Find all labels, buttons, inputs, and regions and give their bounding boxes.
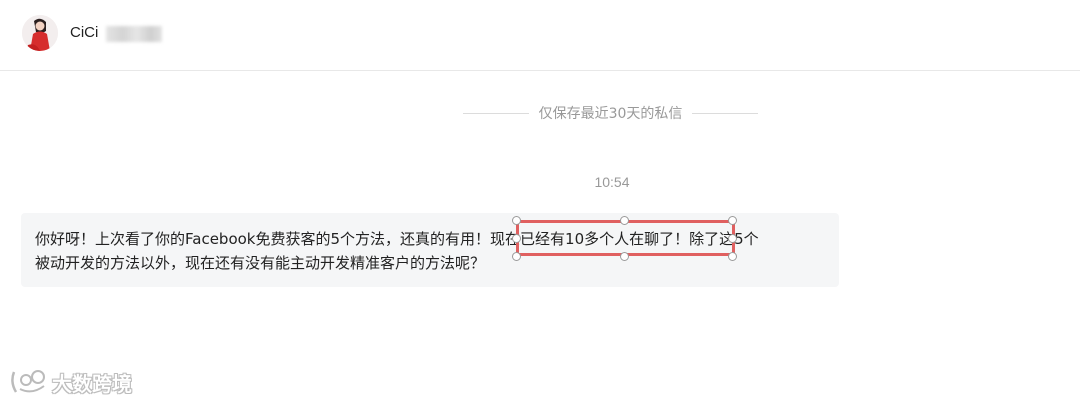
message-text-after: 除了这5个	[689, 230, 759, 248]
notice-text: 仅保存最近30天的私信	[538, 106, 683, 122]
message-line-2: 被动开发的方法以外，现在还有没有能主动开发精准客户的方法呢？	[35, 254, 486, 272]
message-bubble[interactable]: 你好呀！上次看了你的Facebook免费获客的5个方法，还真的有用！现在已经有1…	[21, 213, 839, 287]
contact-name[interactable]: CiCi	[70, 24, 98, 41]
watermark-text: 大数跨境	[52, 371, 132, 396]
message-text-highlighted: 现在已经有10多个人在聊了！	[490, 230, 690, 248]
notice-divider-left	[463, 112, 529, 114]
message-timestamp: 10:54	[594, 174, 630, 190]
redacted-name-mask	[106, 26, 162, 42]
chat-header: CiCi	[0, 0, 1080, 71]
message-text-before: 你好呀！上次看了你的Facebook免费获客的5个方法，还真的有用！	[35, 230, 491, 248]
contact-avatar[interactable]	[22, 15, 58, 51]
message-line-1: 你好呀！上次看了你的Facebook免费获客的5个方法，还真的有用！现在已经有1…	[35, 227, 825, 251]
user-avatar-icon	[22, 15, 58, 51]
notice-divider-right	[692, 112, 759, 114]
watermark: 大数跨境	[8, 364, 132, 400]
watermark-logo-icon	[11, 370, 45, 393]
retention-notice: 仅保存最近30天的私信	[463, 102, 759, 124]
